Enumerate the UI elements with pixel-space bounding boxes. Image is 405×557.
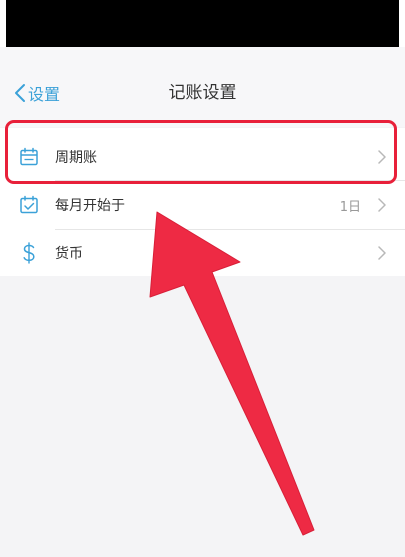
screen: 设置 记账设置 周期账 每月开始于 1日 货币	[0, 0, 405, 557]
pointer-arrow	[149, 211, 315, 536]
